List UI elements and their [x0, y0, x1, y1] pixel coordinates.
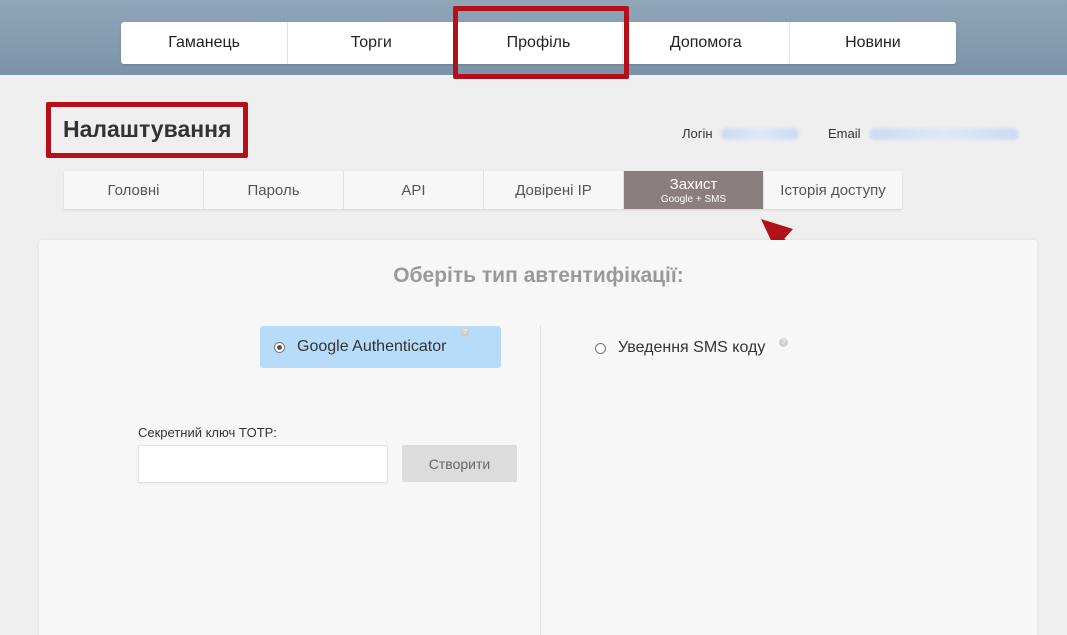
auth-type-heading: Оберіть тип автентифікації: — [393, 264, 684, 287]
tab-label: Пароль — [247, 181, 300, 199]
tab-label: API — [401, 181, 426, 199]
nav-item-trades[interactable]: Торги — [288, 22, 456, 64]
tab-label: Довірені IP — [515, 181, 592, 199]
nav-item-profile[interactable]: Профіль — [455, 22, 623, 64]
tab-trusted-ip[interactable]: Довірені IP — [484, 171, 624, 209]
settings-tabs: Головні Пароль API Довірені IP Захист Go… — [64, 171, 902, 209]
tab-sublabel: Google + SMS — [660, 193, 727, 205]
page-title: Налаштування — [63, 116, 232, 142]
create-button[interactable]: Створити — [402, 445, 517, 482]
login-label: Логін — [682, 126, 713, 141]
login-info: Логін — [682, 126, 799, 141]
panel-divider — [540, 325, 541, 635]
email-info: Email — [828, 126, 1019, 141]
email-label: Email — [828, 126, 861, 141]
tab-access-history[interactable]: Історія доступу — [764, 171, 902, 209]
tab-api[interactable]: API — [344, 171, 484, 209]
option-label: Google Authenticator — [297, 338, 447, 355]
option-google-authenticator[interactable]: Google Authenticator ? — [260, 326, 501, 368]
email-value-redacted — [868, 127, 1019, 140]
tab-general[interactable]: Головні — [64, 171, 204, 209]
tab-label: Головні — [107, 181, 160, 199]
nav-item-help[interactable]: Допомога — [623, 22, 790, 64]
tab-password[interactable]: Пароль — [204, 171, 344, 209]
tab-label: Історія доступу — [780, 181, 886, 199]
tab-label: Захист — [669, 175, 718, 193]
radio-icon[interactable] — [274, 341, 285, 353]
totp-secret-input[interactable] — [138, 445, 388, 483]
help-icon[interactable]: ? — [779, 338, 789, 347]
nav-item-wallet[interactable]: Гаманець — [121, 22, 289, 64]
option-label: Уведення SMS коду — [618, 339, 766, 356]
tab-security[interactable]: Захист Google + SMS — [624, 171, 764, 209]
radio-icon[interactable] — [595, 342, 606, 354]
nav-item-news[interactable]: Новини — [790, 22, 956, 64]
main-nav: Гаманець Торги Профіль Допомога Новини — [121, 22, 956, 64]
help-icon[interactable]: ? — [460, 328, 470, 337]
totp-label: Секретний ключ TOTP: — [138, 425, 277, 440]
login-value-redacted — [720, 127, 799, 140]
option-sms-code[interactable]: Уведення SMS коду ? — [595, 336, 789, 360]
